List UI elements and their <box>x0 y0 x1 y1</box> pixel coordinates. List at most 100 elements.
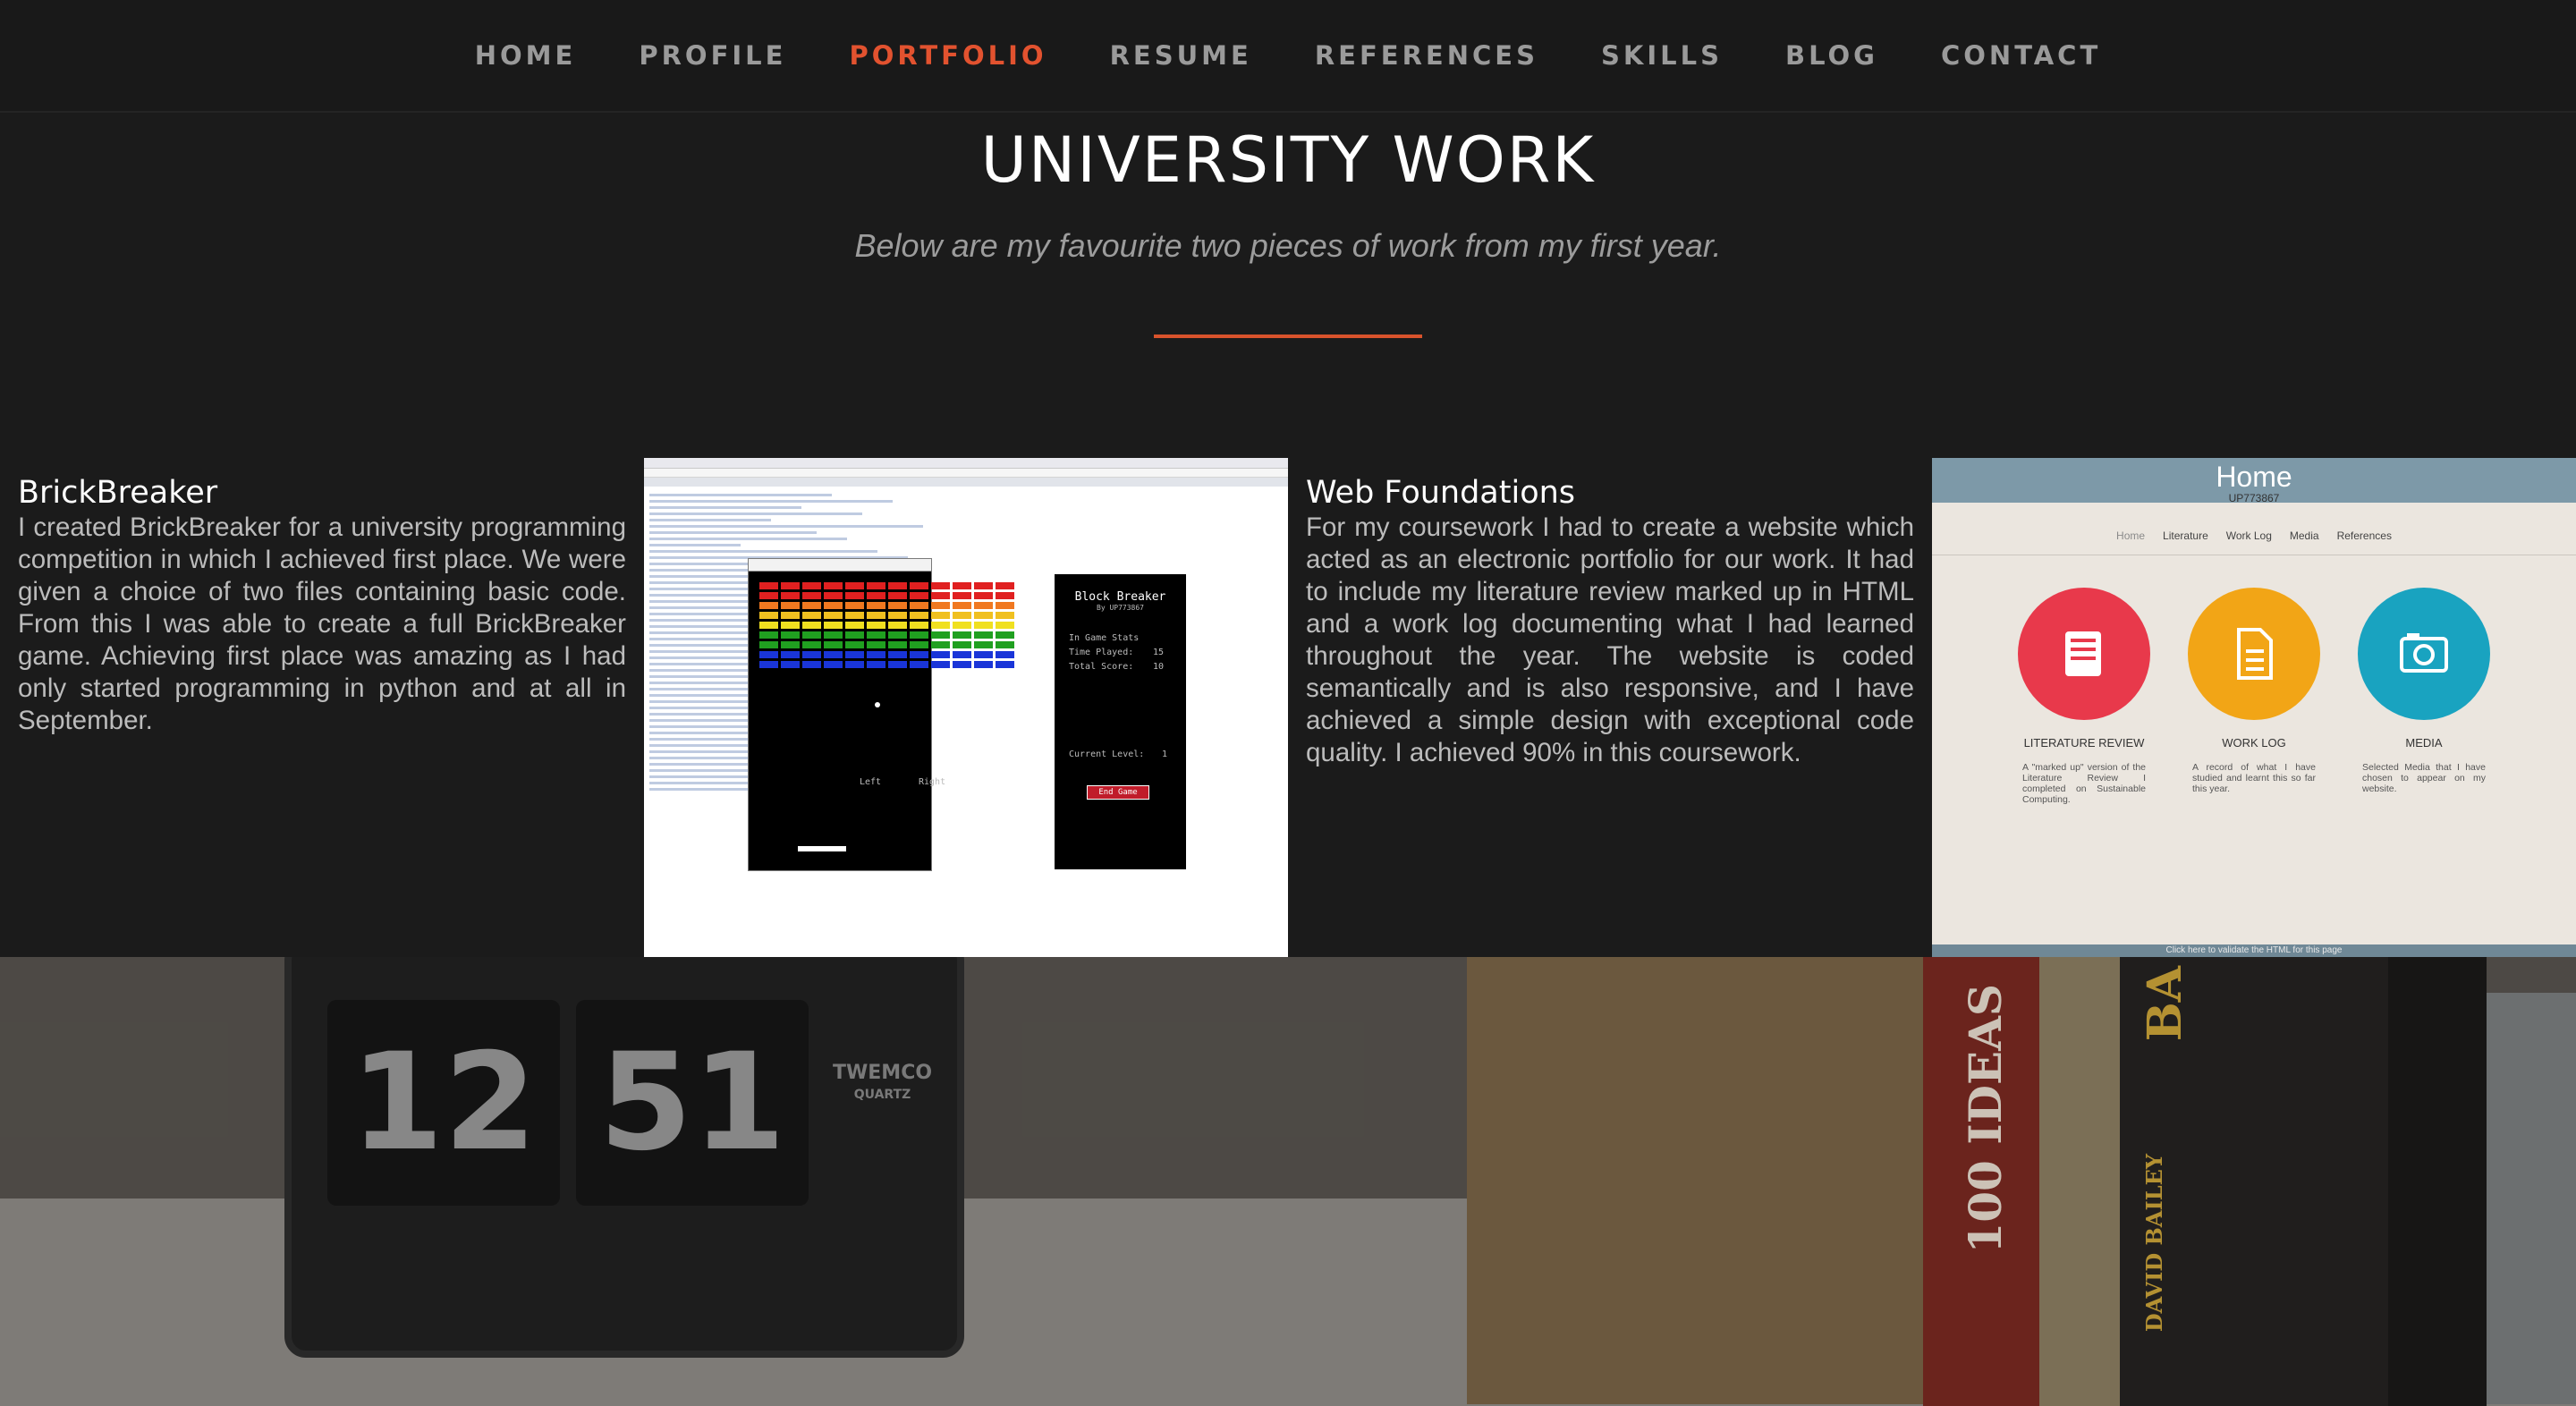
brick <box>910 651 928 658</box>
work-item-web-foundations: Web Foundations For my coursework I had … <box>1288 458 1932 957</box>
card-label: MEDIA <box>2405 736 2443 750</box>
brick <box>781 651 800 658</box>
brick <box>931 592 950 599</box>
nav-blog[interactable]: BLOG <box>1785 40 1878 71</box>
brick <box>888 622 907 629</box>
brick <box>759 592 778 599</box>
nav-home[interactable]: HOME <box>475 40 577 71</box>
code-line <box>649 494 832 496</box>
brick <box>996 661 1014 668</box>
card-text: Selected Media that I have chosen to app… <box>2362 762 2486 794</box>
brick <box>888 631 907 639</box>
brick <box>953 641 971 648</box>
brick <box>974 641 993 648</box>
brick <box>888 612 907 619</box>
brick <box>996 641 1014 648</box>
brick <box>759 641 778 648</box>
brick <box>824 602 843 609</box>
brick <box>802 602 821 609</box>
brick <box>867 612 886 619</box>
brick <box>867 631 886 639</box>
ide-menu-bar <box>644 469 1288 478</box>
current-level-label: Current Level: <box>1069 750 1145 759</box>
brick <box>996 651 1014 658</box>
brick <box>867 641 886 648</box>
title-divider <box>1154 335 1422 338</box>
brick <box>931 582 950 589</box>
brick <box>888 651 907 658</box>
brick <box>996 592 1014 599</box>
document-icon <box>2188 588 2320 720</box>
web-header: Home UP773867 <box>1932 458 2576 504</box>
web-foundations-screenshot[interactable]: Home UP773867 Home Literature Work Log M… <box>1932 458 2576 957</box>
brick <box>953 612 971 619</box>
stats-heading: In Game Stats <box>1069 633 1140 643</box>
web-cards: LITERATURE REVIEW A "marked up" version … <box>1932 588 2576 805</box>
nav-references[interactable]: REFERENCES <box>1315 40 1538 71</box>
brick <box>759 661 778 668</box>
brick <box>759 612 778 619</box>
brick <box>824 641 843 648</box>
game-stats-panel: Block Breaker By UP773867 In Game Stats … <box>1052 574 1186 869</box>
web-nav-references: References <box>2336 529 2392 542</box>
brick <box>974 612 993 619</box>
brick <box>953 592 971 599</box>
brick <box>931 622 950 629</box>
nav-profile[interactable]: PROFILE <box>639 40 786 71</box>
brick <box>888 641 907 648</box>
card-text: A "marked up" version of the Literature … <box>2022 762 2146 805</box>
game-window: Left Right <box>748 558 1014 871</box>
brickbreaker-screenshot[interactable]: Left Right Block Breaker By UP773867 In … <box>644 458 1288 957</box>
ide-tab-bar <box>644 478 1288 487</box>
brick <box>931 631 950 639</box>
brick <box>802 582 821 589</box>
web-footer: Click here to validate the HTML for this… <box>1932 944 2576 957</box>
web-nav: Home Literature Work Log Media Reference… <box>1932 529 2576 555</box>
left-hint: Left <box>860 777 882 787</box>
brick <box>845 641 864 648</box>
end-game-button: End Game <box>1087 785 1149 800</box>
web-home-title: Home <box>2216 461 2292 493</box>
web-card-work-log: WORK LOG A record of what I have studied… <box>2187 588 2321 805</box>
nav-skills[interactable]: SKILLS <box>1601 40 1723 71</box>
card-label: WORK LOG <box>2222 736 2286 750</box>
web-card-media: MEDIA Selected Media that I have chosen … <box>2357 588 2491 805</box>
brick <box>974 622 993 629</box>
nav-resume[interactable]: RESUME <box>1110 40 1252 71</box>
brick <box>759 631 778 639</box>
code-line <box>649 594 756 597</box>
brick <box>910 612 928 619</box>
brick <box>888 661 907 668</box>
code-line <box>649 500 893 503</box>
page-title: UNIVERSITY WORK <box>980 123 1596 197</box>
brick <box>802 641 821 648</box>
brick <box>802 622 821 629</box>
brick <box>867 651 886 658</box>
brick <box>759 622 778 629</box>
brick <box>996 631 1014 639</box>
brick <box>867 582 886 589</box>
web-card-literature: LITERATURE REVIEW A "marked up" version … <box>2017 588 2151 805</box>
web-student-id: UP773867 <box>2228 492 2280 504</box>
brick <box>996 612 1014 619</box>
brick <box>845 622 864 629</box>
brick <box>996 602 1014 609</box>
work-description: I created BrickBreaker for a university … <box>18 512 626 735</box>
brick <box>802 612 821 619</box>
nav-portfolio[interactable]: PORTFOLIO <box>849 40 1046 71</box>
work-title: BrickBreaker <box>18 475 218 511</box>
card-label: LITERATURE REVIEW <box>2023 736 2145 750</box>
brick <box>953 661 971 668</box>
ide-title-bar <box>644 458 1288 469</box>
brick <box>910 602 928 609</box>
nav-contact[interactable]: CONTACT <box>1941 40 2101 71</box>
brick <box>845 661 864 668</box>
book-icon <box>2018 588 2150 720</box>
game-paddle <box>798 846 846 851</box>
right-hint: Right <box>919 777 946 787</box>
brick <box>781 631 800 639</box>
current-level-value: 1 <box>1162 750 1168 759</box>
brick <box>845 612 864 619</box>
brick <box>910 582 928 589</box>
brick <box>931 612 950 619</box>
